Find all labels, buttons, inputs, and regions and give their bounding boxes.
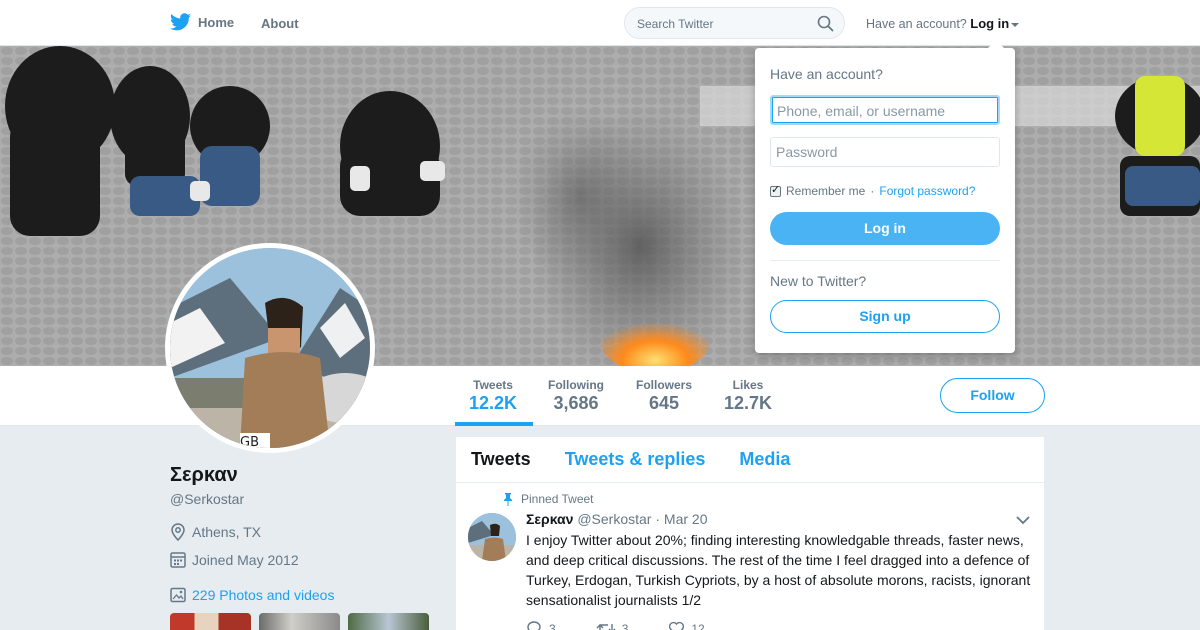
login-dropdown: Have an account? Phone, email, or userna… [755, 40, 1015, 353]
pinned-tweet-label: Pinned Tweet [503, 492, 594, 506]
joined-text: Joined May 2012 [192, 551, 299, 568]
media-thumbnails [170, 613, 429, 630]
remember-me-checkbox[interactable] [770, 183, 781, 197]
forgot-password-link[interactable]: Forgot password? [879, 184, 975, 198]
avatar-plate-text: GB [240, 435, 259, 448]
reply-icon [527, 621, 541, 630]
username-placeholder: Phone, email, or username [777, 103, 946, 119]
profile-handle: @Serkostar [170, 491, 245, 507]
stat-label: Tweets [473, 378, 513, 392]
tweet-date[interactable]: · Mar 20 [655, 511, 707, 527]
tweet-text: I enjoy Twitter about 20%; finding inter… [526, 532, 1031, 608]
home-label: Home [198, 14, 235, 30]
photos-videos-link[interactable]: 229 Photos and videos [170, 587, 334, 603]
password-placeholder: Password [776, 144, 838, 160]
retweet-count: 3 [621, 621, 629, 630]
photos-videos-text[interactable]: 229 Photos and videos [192, 587, 334, 603]
tweet-avatar[interactable] [468, 513, 516, 561]
stat-label: Followers [636, 378, 693, 392]
remember-me-row: Remember me · Forgot password? [770, 183, 975, 198]
search-icon[interactable] [817, 15, 834, 32]
tweet-header: Σερκαν @Serkostar · Mar 20 [526, 511, 707, 527]
top-navigation: Home About Search Twitter Have an accoun… [0, 0, 1200, 46]
profile-location: Athens, TX [170, 523, 261, 541]
stat-label: Likes [732, 378, 764, 392]
stat-following[interactable]: Following 3,686 [548, 378, 604, 414]
media-thumbnail[interactable] [348, 613, 429, 630]
profile-avatar[interactable]: GB [165, 243, 375, 453]
profile-name[interactable]: Σερκαν [170, 464, 238, 487]
timeline: Tweets Tweets & replies Media Pinned Twe… [456, 437, 1044, 630]
tweet-avatar-photo [468, 513, 516, 561]
login-menu[interactable]: Have an account? Log in [866, 16, 1020, 31]
signup-button[interactable]: Sign up [770, 300, 1000, 333]
avatar-photo: GB [170, 248, 370, 448]
calendar-icon [170, 552, 186, 568]
stat-followers[interactable]: Followers 645 [636, 378, 692, 414]
dropdown-arrow [988, 40, 1004, 48]
new-to-twitter-text: New to Twitter? [770, 273, 867, 289]
like-action[interactable]: 12 [668, 621, 705, 630]
pinned-text: Pinned Tweet [521, 492, 594, 506]
remember-me-label[interactable]: Remember me [786, 184, 865, 198]
tab-media[interactable]: Media [739, 449, 790, 470]
location-pin-icon [171, 523, 185, 541]
like-count: 12 [691, 621, 705, 630]
search-input[interactable]: Search Twitter [624, 7, 845, 39]
stat-value: 645 [648, 393, 680, 413]
stat-value: 3,686 [553, 393, 599, 413]
home-nav-link[interactable]: Home [170, 13, 234, 31]
dropdown-title: Have an account? [770, 66, 883, 82]
divider [770, 260, 1000, 261]
login-menu-label[interactable]: Log in [970, 16, 1009, 31]
stat-tweets[interactable]: Tweets 12.2K [469, 378, 517, 414]
retweet-icon [596, 624, 616, 630]
follow-button[interactable]: Follow [940, 378, 1045, 413]
pin-icon [504, 492, 512, 506]
twitter-bird-icon [170, 13, 191, 31]
caret-down-icon[interactable] [1011, 22, 1020, 27]
active-stat-underline [455, 422, 533, 426]
stat-value: 12.2K [469, 393, 518, 413]
separator-dot: · [870, 184, 875, 198]
have-account-text: Have an account? [866, 17, 967, 31]
profile-joined: Joined May 2012 [170, 551, 299, 568]
tweet-author[interactable]: Σερκαν [526, 511, 573, 527]
stat-value: 12.7K [724, 393, 773, 413]
media-thumbnail[interactable] [259, 613, 340, 630]
login-button[interactable]: Log in [770, 212, 1000, 245]
about-nav-link[interactable]: About [261, 16, 299, 31]
heart-icon [669, 621, 685, 630]
stat-label: Following [548, 378, 604, 392]
tweet-actions: 3 3 12 [526, 621, 705, 630]
search-placeholder: Search Twitter [637, 17, 714, 31]
media-thumbnail[interactable] [170, 613, 251, 630]
tweet-handle[interactable]: @Serkostar [577, 511, 651, 527]
tab-tweets[interactable]: Tweets [471, 449, 531, 470]
reply-count: 3 [549, 621, 556, 630]
location-text: Athens, TX [192, 524, 262, 540]
username-field[interactable]: Phone, email, or username [770, 95, 1000, 125]
chevron-down-icon[interactable] [1016, 515, 1030, 525]
password-field[interactable]: Password [770, 137, 1000, 167]
stat-likes[interactable]: Likes 12.7K [724, 378, 772, 414]
reply-action[interactable]: 3 [526, 621, 556, 630]
retweet-action[interactable]: 3 [596, 621, 629, 630]
tab-tweets-replies[interactable]: Tweets & replies [565, 449, 706, 470]
photo-icon [170, 587, 186, 603]
timeline-tabs: Tweets Tweets & replies Media [456, 437, 1044, 483]
